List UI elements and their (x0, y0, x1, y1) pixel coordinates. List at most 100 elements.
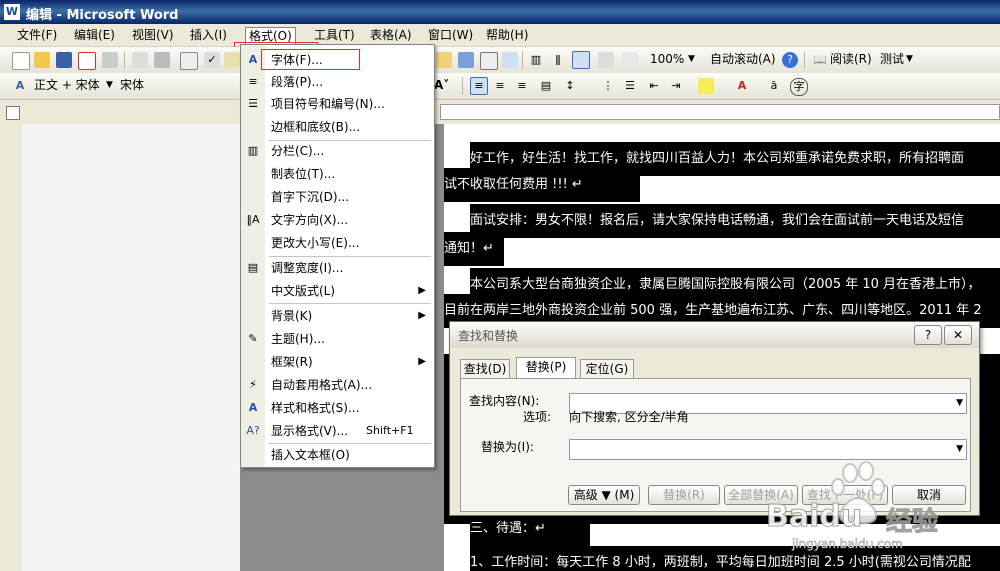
read-button[interactable]: 阅读(R) (830, 51, 872, 67)
menu-help[interactable]: 帮助(H) (483, 27, 531, 43)
font-color-icon[interactable]: A (734, 78, 750, 94)
reveal-format-icon: A? (246, 424, 260, 437)
menu-item-change-case[interactable]: 更改大小写(E)... (241, 232, 434, 254)
menu-item-paragraph[interactable]: ≡ 段落(P)... (241, 71, 434, 93)
advanced-button[interactable]: 高级 ▼ (M) (568, 485, 640, 505)
copy-icon[interactable] (224, 52, 240, 68)
style-box[interactable]: 正文 + 宋体 (34, 77, 100, 93)
menu-item-background[interactable]: 背景(K) ▶ (241, 305, 434, 327)
emphasis-icon[interactable]: ā (766, 78, 782, 94)
enclose-characters-icon[interactable]: 字 (790, 78, 808, 96)
new-document-icon[interactable] (12, 52, 30, 70)
horizontal-ruler[interactable] (440, 104, 1000, 120)
zoom-icon[interactable] (622, 52, 638, 68)
test-dropdown-icon[interactable]: ▼ (906, 51, 913, 67)
menu-item-asian-layout[interactable]: 中文版式(L) ▶ (241, 280, 434, 302)
print-icon[interactable] (102, 52, 118, 68)
insert-table-icon[interactable] (480, 52, 498, 70)
tab-find[interactable]: 查找(D) (460, 359, 510, 379)
menu-insert[interactable]: 插入(I) (187, 27, 230, 43)
font-size-dropdown-icon[interactable]: A˅ (434, 77, 449, 93)
font-box[interactable]: 宋体 (120, 77, 144, 93)
spelling-icon[interactable]: ✓ (204, 52, 220, 68)
menu-item-autoformat[interactable]: ⚡ 自动套用格式(A)... (241, 374, 434, 396)
window-title: 编辑 - Microsoft Word (26, 8, 179, 23)
tab-replace[interactable]: 替换(P) (516, 357, 576, 380)
save-icon[interactable] (56, 52, 72, 68)
align-right-icon[interactable]: ≡ (514, 78, 530, 94)
options-label: 选项: (523, 410, 552, 424)
highlight-icon[interactable] (698, 78, 714, 94)
text-line[interactable]: 试不收取任何费用 !!! ↵ (444, 168, 640, 202)
toolbar-separator (522, 51, 523, 69)
align-justify-icon[interactable]: ≡ (470, 77, 488, 95)
menu-item-borders-shading[interactable]: 边框和底纹(B)... (241, 116, 434, 138)
test-button[interactable]: 测试 (880, 51, 904, 67)
word-app-icon[interactable]: W (4, 4, 20, 20)
help-button[interactable]: ? (914, 325, 942, 345)
menu-item-columns[interactable]: ▥ 分栏(C)... (241, 140, 434, 162)
menu-item-bullets-numbering[interactable]: ☰ 项目符号和编号(N)... (241, 93, 434, 115)
replace-button[interactable]: 替换(R) (648, 485, 720, 505)
line-spacing-icon[interactable]: ↕ (562, 78, 578, 94)
dialog-title-bar: 查找和替换 ? ✕ (450, 322, 979, 348)
replace-with-input[interactable]: ▼ (569, 439, 967, 460)
help-icon[interactable]: ? (782, 52, 798, 68)
zoom-value[interactable]: 100% (650, 51, 684, 67)
chevron-down-icon[interactable]: ▼ (956, 442, 963, 456)
styles-pane-icon[interactable]: A (12, 78, 28, 94)
menu-edit[interactable]: 编辑(E) (71, 27, 118, 43)
watermark-brand: Baidu (765, 499, 863, 535)
autoscroll-button[interactable]: 自动滚动(A) (710, 51, 776, 67)
insert-excel-icon[interactable] (502, 52, 518, 68)
read-book-icon[interactable]: 📖 (812, 52, 828, 68)
menu-item-reveal-formatting[interactable]: A? 显示格式(V)... Shift+F1 (241, 420, 434, 442)
chevron-down-icon[interactable]: ▼ (956, 396, 963, 410)
close-icon[interactable]: ✕ (944, 325, 972, 345)
tables-borders-icon[interactable] (458, 52, 474, 68)
menu-window[interactable]: 窗口(W) (425, 27, 476, 43)
menu-item-adjust-width[interactable]: ▤ 调整宽度(I)... (241, 257, 434, 279)
drawing-icon[interactable]: ǁ (550, 52, 566, 68)
numbering-icon[interactable]: ⋮ (600, 78, 616, 94)
open-folder-icon[interactable] (34, 52, 50, 68)
zoom-dropdown-icon[interactable]: ▼ (688, 51, 695, 67)
menu-item-frames[interactable]: 框架(R) ▶ (241, 351, 434, 373)
columns-icon[interactable]: ▥ (528, 52, 544, 68)
format-menu: A 字体(F)... ≡ 段落(P)... ☰ 项目符号和编号(N)... 边框… (240, 44, 435, 468)
show-hide-icon[interactable] (598, 52, 614, 68)
menu-item-styles-formatting[interactable]: A 样式和格式(S)... (241, 397, 434, 419)
tab-goto[interactable]: 定位(G) (580, 359, 634, 379)
style-dropdown-icon[interactable]: ▼ (106, 77, 113, 93)
distribute-icon[interactable]: ▤ (538, 78, 554, 94)
align-center-icon[interactable]: ≡ (492, 78, 508, 94)
submenu-arrow-icon: ▶ (418, 285, 426, 296)
standard-toolbar: ✓ ▥ ǁ 100% ▼ 自动滚动(A) ? 📖 阅读(R) 测试 ▼ (0, 47, 1000, 74)
tab-selector[interactable] (6, 106, 20, 120)
text-line[interactable]: 通知！↵ (444, 232, 504, 266)
increase-indent-icon[interactable]: ⇥ (668, 78, 684, 94)
bullets-icon[interactable]: ☰ (622, 78, 638, 94)
menu-tools[interactable]: 工具(T) (311, 27, 358, 43)
text-line[interactable]: 面试安排：男女不限！报名后，请大家保持电话畅通，我们会在面试前一天电话及短信 (470, 204, 1000, 238)
menu-file[interactable]: 文件(F) (14, 27, 60, 43)
menu-item-text-direction[interactable]: ‖A 文字方向(X)... (241, 209, 434, 231)
insert-hyperlink-icon[interactable] (436, 52, 452, 68)
document-map-icon[interactable] (572, 51, 590, 69)
text-line[interactable]: 三、待遇：↵ (470, 512, 590, 546)
menu-table[interactable]: 表格(A) (367, 27, 415, 43)
font-A-icon: A (248, 53, 258, 66)
print-preview-icon[interactable] (132, 52, 148, 68)
research-icon[interactable] (154, 52, 170, 68)
menu-item-drop-cap[interactable]: 首字下沉(D)... (241, 186, 434, 208)
menu-view[interactable]: 视图(V) (129, 27, 177, 43)
decrease-indent-icon[interactable]: ⇤ (646, 78, 662, 94)
vertical-ruler (0, 124, 22, 571)
menu-bar: 文件(F) 编辑(E) 视图(V) 插入(I) 格式(O) 工具(T) 表格(A… (0, 24, 1000, 68)
permission-icon[interactable] (78, 52, 96, 70)
cut-icon[interactable] (180, 52, 198, 70)
watermark-url: jingyan.baidu.com (792, 537, 903, 552)
menu-item-tabs[interactable]: 制表位(T)... (241, 163, 434, 185)
menu-item-theme[interactable]: ✎ 主题(H)... (241, 328, 434, 350)
menu-item-insert-textbox[interactable]: 插入文本框(O) (241, 444, 434, 466)
